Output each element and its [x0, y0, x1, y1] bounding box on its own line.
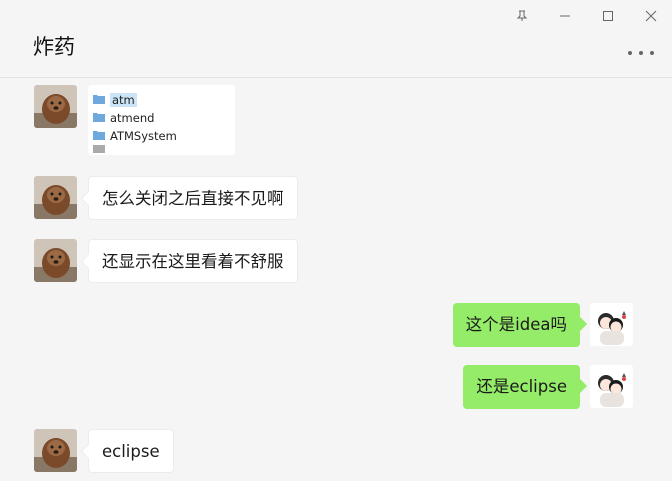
- contact-avatar[interactable]: [34, 176, 77, 219]
- close-icon: [645, 10, 656, 22]
- self-avatar[interactable]: [590, 303, 633, 346]
- message-bubble[interactable]: 还显示在这里看着不舒服: [88, 239, 298, 283]
- minimize-button[interactable]: [543, 0, 586, 32]
- message-item: 还是eclipse: [0, 365, 672, 409]
- folder-icon: [93, 145, 105, 153]
- message-bubble[interactable]: 怎么关闭之后直接不见啊: [88, 176, 298, 220]
- maximize-button[interactable]: [586, 0, 629, 32]
- message-item: eclipse: [0, 429, 672, 473]
- folder-row: ATMSystem: [88, 127, 235, 145]
- close-button[interactable]: [629, 0, 672, 32]
- folder-icon: [93, 129, 105, 143]
- message-list[interactable]: atm atmend ATMSystem 怎么关闭之后直接不见啊 还显示在这里看…: [0, 79, 672, 481]
- pin-button[interactable]: [500, 0, 543, 32]
- contact-avatar[interactable]: [34, 429, 77, 472]
- folder-icon: [93, 93, 105, 107]
- dot-icon: [650, 51, 654, 55]
- message-bubble[interactable]: 这个是idea吗: [452, 303, 580, 347]
- chat-window: 炸药 atm atmend ATMSystem 怎么关闭之后直接不见啊 还显示在…: [0, 0, 672, 481]
- dot-icon: [628, 51, 632, 55]
- folder-row-partial: [88, 145, 235, 153]
- maximize-icon: [602, 11, 613, 21]
- message-bubble[interactable]: 还是eclipse: [463, 365, 580, 409]
- window-controls: [500, 0, 672, 32]
- chat-title: 炸药: [33, 35, 75, 59]
- more-options-button[interactable]: [628, 46, 654, 60]
- minimize-icon: [559, 15, 570, 17]
- image-message[interactable]: atm atmend ATMSystem: [88, 85, 235, 155]
- message-item: 这个是idea吗: [0, 303, 672, 347]
- pin-icon: [516, 10, 527, 21]
- folder-row: atm: [88, 91, 235, 109]
- dot-icon: [639, 51, 643, 55]
- folder-row: atmend: [88, 109, 235, 127]
- message-item: 怎么关闭之后直接不见啊: [0, 176, 672, 220]
- contact-avatar[interactable]: [34, 85, 77, 128]
- message-item: 还显示在这里看着不舒服: [0, 239, 672, 283]
- message-item: atm atmend ATMSystem: [0, 79, 672, 159]
- folder-icon: [93, 111, 105, 125]
- self-avatar[interactable]: [590, 365, 633, 408]
- message-bubble[interactable]: eclipse: [88, 429, 174, 473]
- contact-avatar[interactable]: [34, 239, 77, 282]
